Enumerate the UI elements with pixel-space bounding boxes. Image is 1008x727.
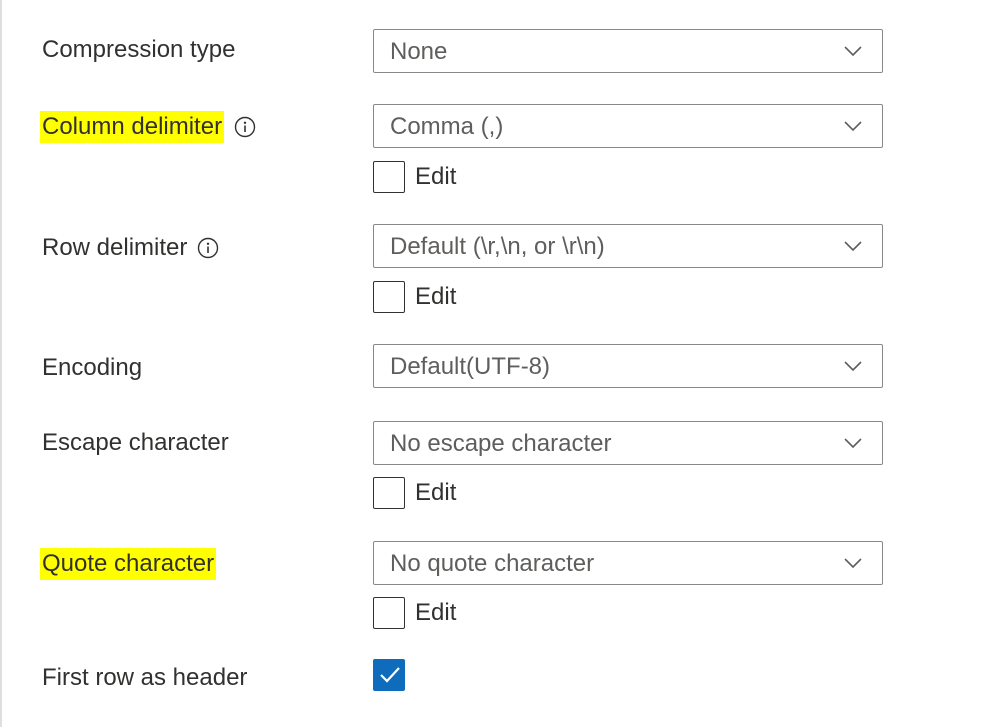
compression-type-value: None: [390, 38, 448, 65]
info-icon[interactable]: [234, 116, 256, 138]
column-delimiter-edit-row[interactable]: Edit: [373, 159, 456, 195]
column-delimiter-label: Column delimiter: [40, 111, 256, 143]
quote-character-edit-checkbox[interactable]: [373, 597, 405, 629]
row-delimiter-value: Default (\r,\n, or \r\n): [390, 233, 605, 260]
quote-character-value: No quote character: [390, 550, 595, 577]
column-delimiter-value: Comma (,): [390, 113, 504, 140]
encoding-dropdown[interactable]: Default(UTF-8): [373, 344, 883, 388]
escape-character-value: No escape character: [390, 430, 612, 457]
info-icon[interactable]: [197, 237, 219, 259]
escape-character-edit-checkbox[interactable]: [373, 477, 405, 509]
column-delimiter-edit-checkbox[interactable]: [373, 161, 405, 193]
compression-type-label: Compression type: [42, 36, 236, 63]
encoding-label: Encoding: [42, 354, 143, 381]
escape-character-dropdown[interactable]: No escape character: [373, 421, 883, 465]
escape-character-edit-label: Edit: [415, 479, 457, 506]
chevron-down-icon: [844, 241, 862, 252]
quote-character-edit-row[interactable]: Edit: [373, 595, 456, 631]
column-delimiter-edit-label: Edit: [415, 163, 457, 190]
chevron-down-icon: [844, 361, 862, 372]
quote-character-label: Quote character: [40, 548, 217, 580]
quote-character-dropdown[interactable]: No quote character: [373, 541, 883, 585]
encoding-value: Default(UTF-8): [390, 353, 551, 380]
chevron-down-icon: [844, 558, 862, 569]
quote-character-label-text: Quote character: [40, 548, 217, 580]
row-delimiter-label-text: Row delimiter: [42, 234, 188, 261]
escape-character-label: Escape character: [42, 429, 229, 456]
chevron-down-icon: [844, 438, 862, 449]
first-row-header-checkbox[interactable]: [373, 659, 405, 691]
row-delimiter-dropdown[interactable]: Default (\r,\n, or \r\n): [373, 224, 883, 268]
panel-left-border: [0, 0, 2, 727]
row-delimiter-edit-label: Edit: [415, 283, 457, 310]
row-delimiter-edit-checkbox[interactable]: [373, 281, 405, 313]
row-delimiter-label: Row delimiter: [42, 232, 219, 264]
compression-type-dropdown[interactable]: None: [373, 29, 883, 73]
quote-character-edit-label: Edit: [415, 599, 457, 626]
row-delimiter-edit-row[interactable]: Edit: [373, 279, 456, 315]
first-row-header-row[interactable]: [373, 657, 405, 693]
escape-character-edit-row[interactable]: Edit: [373, 475, 456, 511]
column-delimiter-dropdown[interactable]: Comma (,): [373, 104, 883, 148]
first-row-header-label: First row as header: [42, 664, 248, 691]
chevron-down-icon: [844, 121, 862, 132]
column-delimiter-label-text: Column delimiter: [40, 111, 225, 143]
chevron-down-icon: [844, 46, 862, 57]
checkmark-icon: [380, 667, 400, 683]
